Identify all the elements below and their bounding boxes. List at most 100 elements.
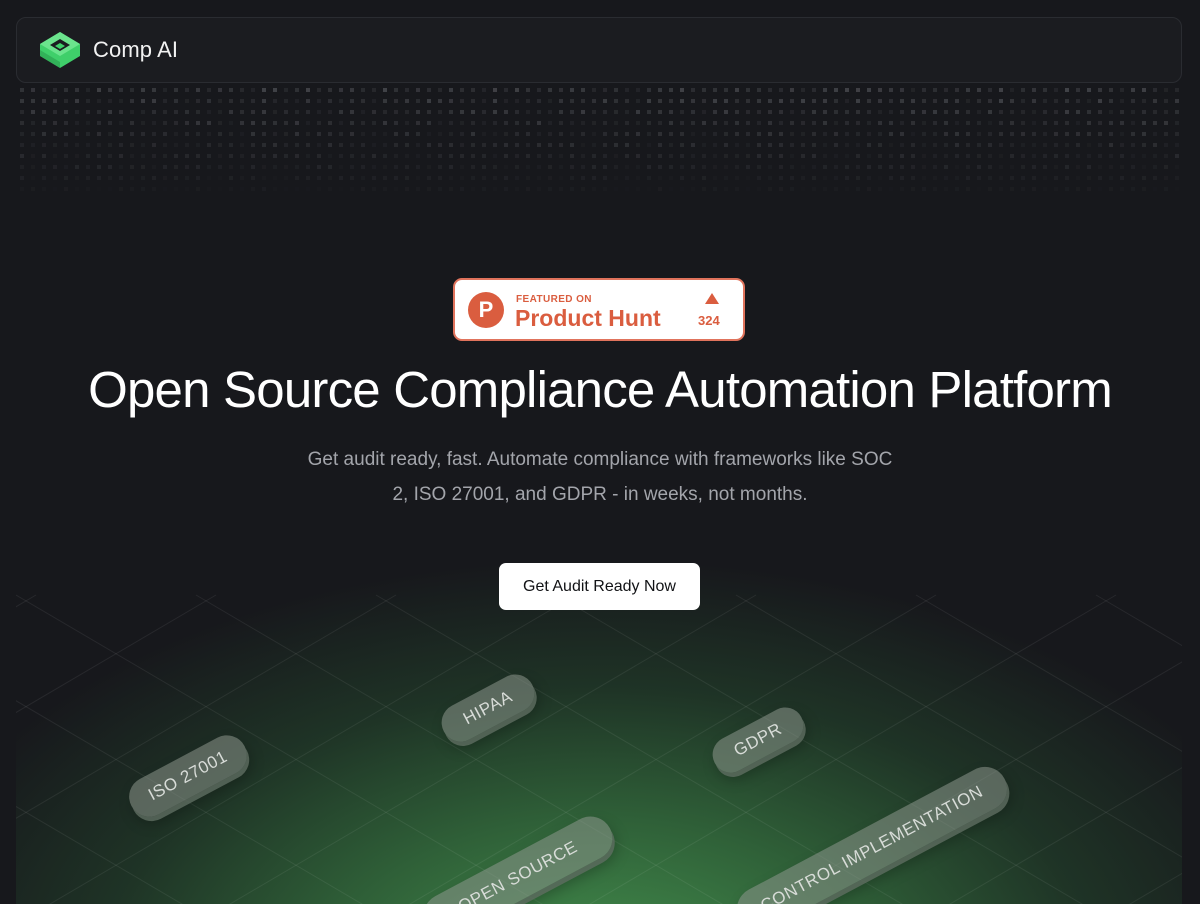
dot [845, 88, 849, 92]
dot [570, 176, 574, 180]
dot [504, 121, 508, 125]
dot [691, 99, 695, 103]
dot [207, 143, 211, 147]
dot [801, 143, 805, 147]
dot [273, 132, 277, 136]
dot [647, 88, 651, 92]
dot [735, 99, 739, 103]
grid-line [915, 594, 1182, 752]
dot [559, 110, 563, 114]
dot [1131, 176, 1135, 180]
dot [1054, 165, 1058, 169]
dot [570, 165, 574, 169]
dot [438, 99, 442, 103]
dot [119, 176, 123, 180]
dot [779, 88, 783, 92]
dot [691, 110, 695, 114]
dot [185, 154, 189, 158]
dot [889, 176, 893, 180]
dot [944, 99, 948, 103]
dot [1153, 165, 1157, 169]
dot [878, 187, 882, 191]
dot [845, 143, 849, 147]
dot [801, 176, 805, 180]
dot [724, 165, 728, 169]
dot [229, 99, 233, 103]
dot [922, 110, 926, 114]
dot [801, 132, 805, 136]
dot [581, 176, 585, 180]
product-hunt-badge[interactable]: P FEATURED ON Product Hunt 324 [453, 278, 745, 341]
dot [955, 99, 959, 103]
dot [548, 110, 552, 114]
dot [691, 187, 695, 191]
dot [295, 110, 299, 114]
dot [1164, 187, 1168, 191]
dot [658, 99, 662, 103]
dot [933, 187, 937, 191]
dot [702, 187, 706, 191]
dot [603, 176, 607, 180]
dot [86, 88, 90, 92]
dot [1098, 176, 1102, 180]
dot [31, 176, 35, 180]
dot [350, 121, 354, 125]
dot [482, 99, 486, 103]
dot [812, 176, 816, 180]
dot [240, 165, 244, 169]
dot [559, 88, 563, 92]
dot [163, 187, 167, 191]
dot [592, 121, 596, 125]
dot [361, 176, 365, 180]
dot [218, 88, 222, 92]
get-audit-ready-button[interactable]: Get Audit Ready Now [499, 563, 700, 610]
dot [768, 132, 772, 136]
dot [823, 154, 827, 158]
dot [669, 165, 673, 169]
dot [1021, 88, 1025, 92]
dot [999, 187, 1003, 191]
dot [735, 165, 739, 169]
dot [614, 99, 618, 103]
dot [482, 132, 486, 136]
dot [504, 99, 508, 103]
dot [702, 143, 706, 147]
dot [735, 187, 739, 191]
dot [64, 99, 68, 103]
dot [394, 88, 398, 92]
dot [1142, 88, 1146, 92]
dot [680, 165, 684, 169]
dot [1175, 154, 1179, 158]
dot [119, 132, 123, 136]
dot [658, 143, 662, 147]
dot [988, 110, 992, 114]
comp-ai-logo-icon[interactable] [38, 30, 82, 70]
dot [262, 110, 266, 114]
dot [427, 176, 431, 180]
dot [174, 187, 178, 191]
dot [317, 121, 321, 125]
dot [339, 143, 343, 147]
dot [31, 165, 35, 169]
dot [1065, 110, 1069, 114]
dot [1131, 110, 1135, 114]
dot [273, 187, 277, 191]
dot [878, 154, 882, 158]
dot [680, 99, 684, 103]
dot [152, 187, 156, 191]
dot [1164, 121, 1168, 125]
dot [394, 99, 398, 103]
dot [251, 132, 255, 136]
dot [284, 187, 288, 191]
upvote-arrow-icon [705, 293, 719, 304]
dot [856, 99, 860, 103]
dot [427, 99, 431, 103]
dot [185, 176, 189, 180]
dot [460, 132, 464, 136]
dot [163, 165, 167, 169]
dot [273, 99, 277, 103]
dot [515, 110, 519, 114]
dot [295, 132, 299, 136]
dot [1032, 143, 1036, 147]
brand-name[interactable]: Comp AI [93, 37, 178, 63]
